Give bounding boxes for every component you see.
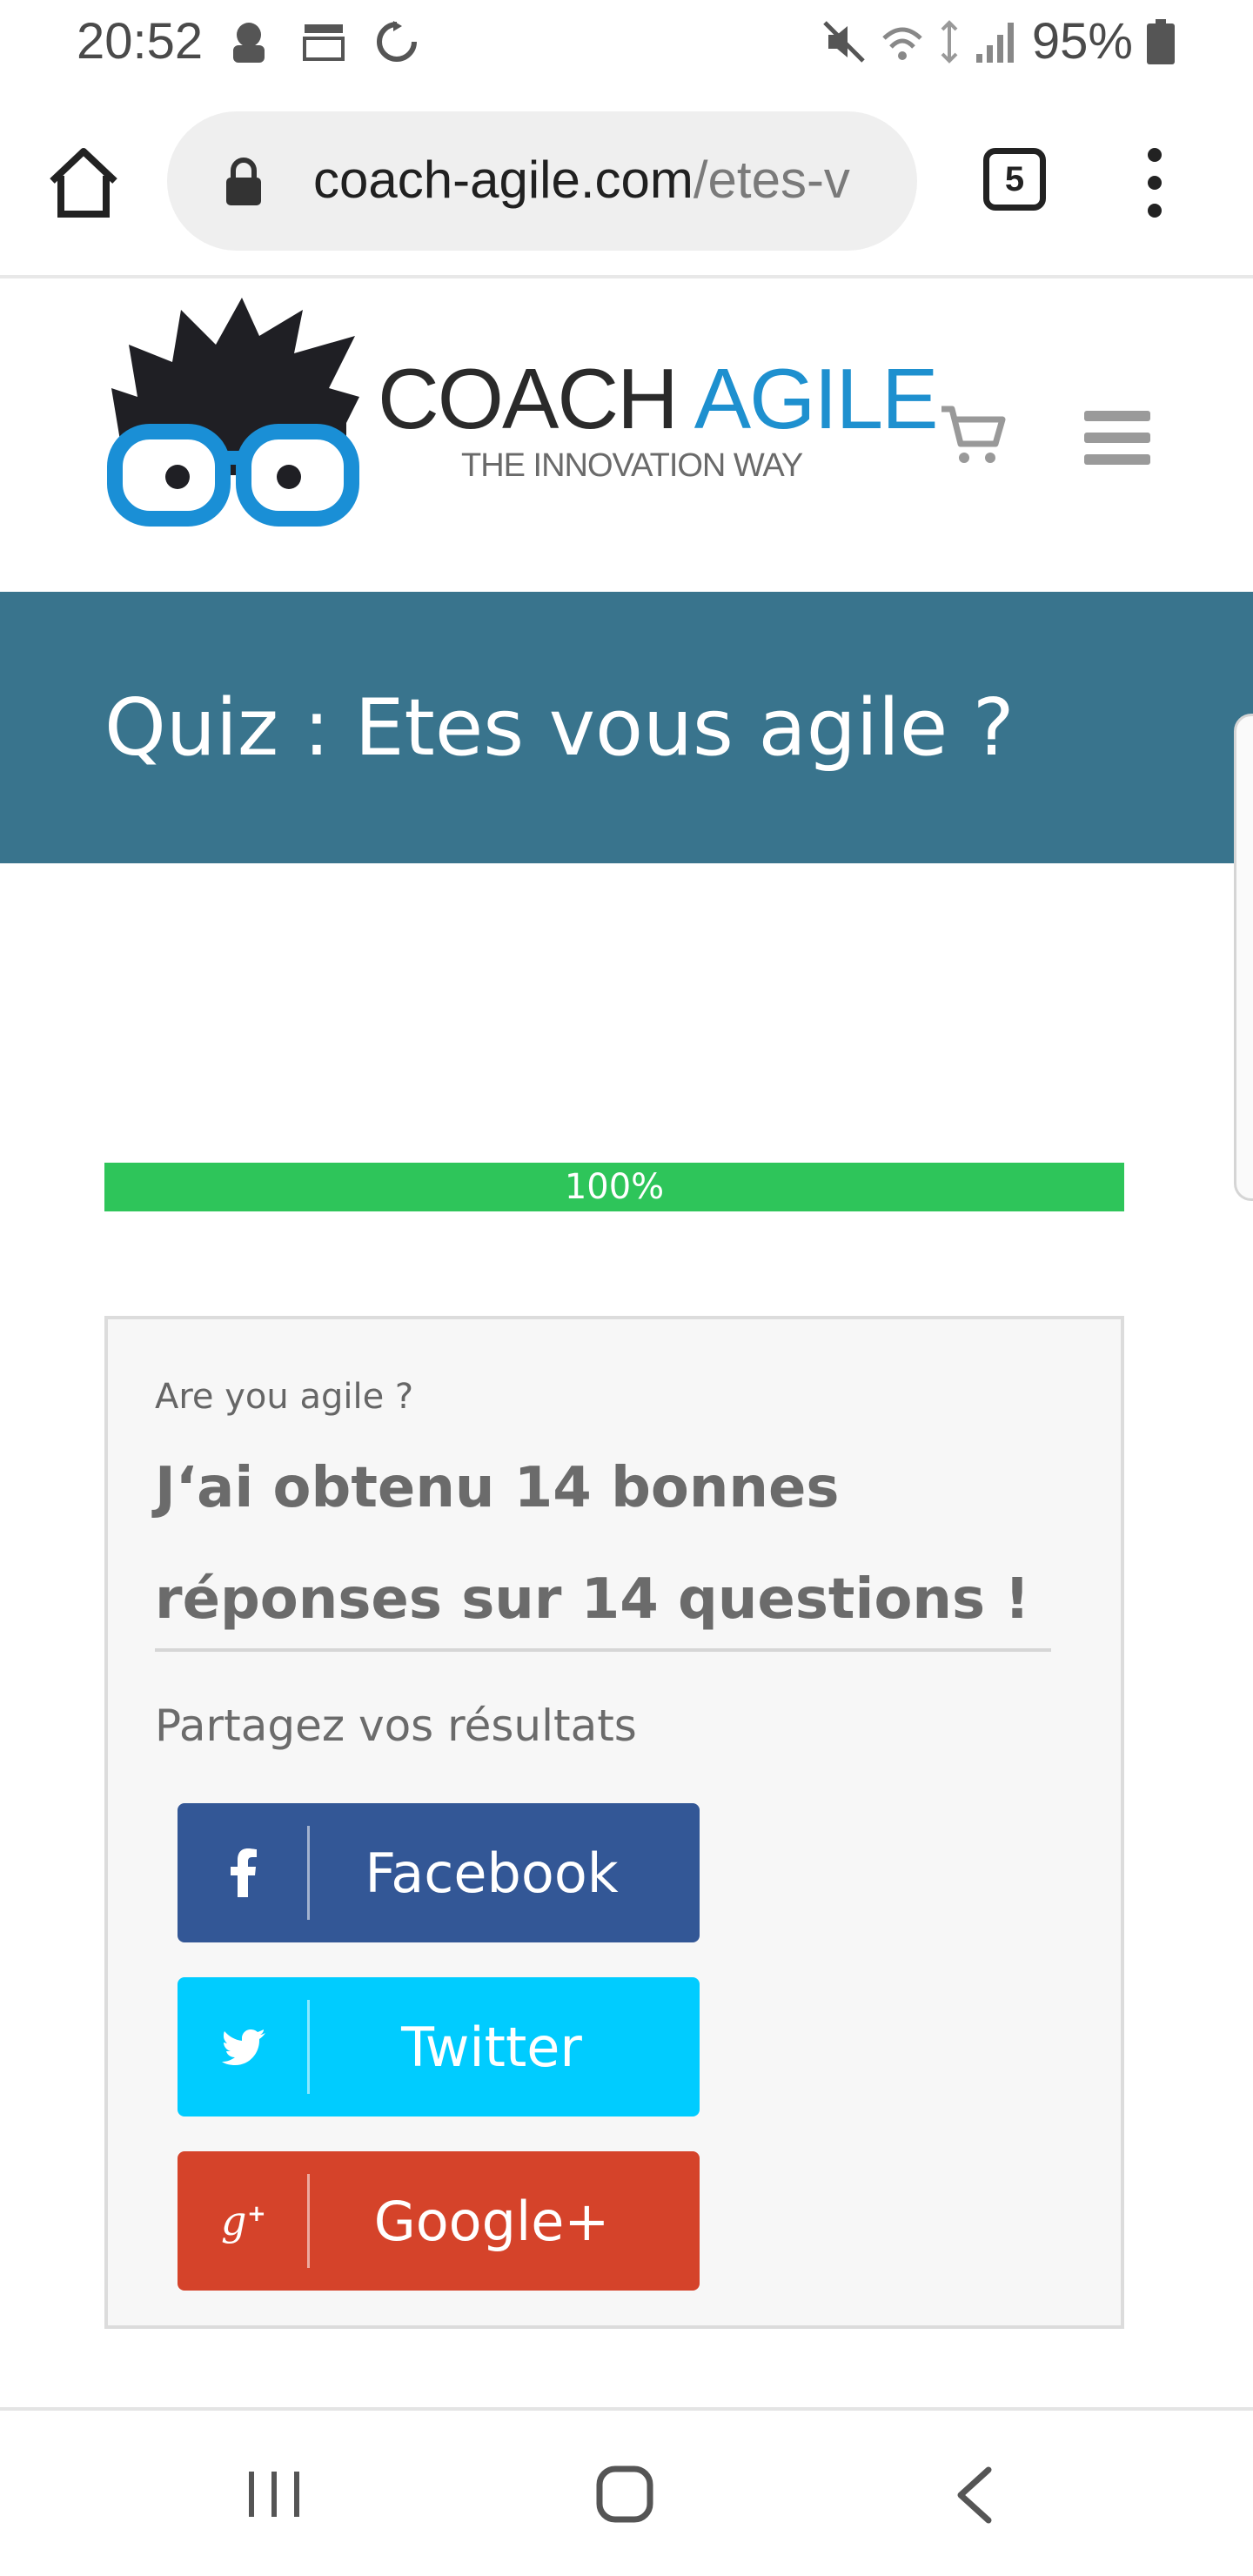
home-icon[interactable] — [44, 143, 124, 223]
status-time: 20:52 — [77, 13, 204, 70]
site-header: COACH AGILE THE INNOVATION WAY — [0, 282, 1253, 592]
svg-text:+: + — [247, 2201, 266, 2227]
tab-count: 5 — [1004, 159, 1025, 198]
battery-icon — [1147, 18, 1175, 64]
status-right: 95% — [821, 12, 1175, 70]
svg-text:g: g — [221, 2197, 246, 2244]
sync-icon — [377, 21, 417, 62]
share-twitter-button[interactable]: Twitter — [178, 1977, 700, 2116]
divider — [155, 1648, 1051, 1652]
signal-icon — [975, 22, 1014, 63]
battery-percentage: 95% — [1031, 13, 1133, 70]
share-facebook-button[interactable]: Facebook — [178, 1803, 700, 1942]
home-nav-icon[interactable] — [595, 2465, 654, 2524]
url-path: /etes-v — [693, 151, 850, 209]
browser-toolbar: coach-agile.com/etes-v 5 — [0, 87, 1253, 278]
system-navigation-bar — [0, 2411, 1253, 2576]
amazon-icon — [303, 24, 345, 61]
facebook-label: Facebook — [365, 1841, 619, 1905]
share-results-label: Partagez vos résultats — [155, 1701, 637, 1751]
more-options-icon[interactable] — [1142, 146, 1168, 219]
facebook-icon — [178, 1803, 310, 1942]
page-title-banner: Quiz : Etes vous agile ? — [0, 592, 1253, 863]
share-google-plus-button[interactable]: g + Google+ — [178, 2151, 700, 2291]
quiz-name: Are you agile ? — [155, 1377, 414, 1417]
recent-apps-icon[interactable] — [245, 2468, 303, 2520]
google-plus-label: Google+ — [373, 2189, 610, 2253]
wifi-icon — [882, 27, 922, 60]
quiz-progress-bar: 100% — [104, 1163, 1124, 1211]
tab-switcher-button[interactable]: 5 — [983, 148, 1046, 211]
hamburger-menu-icon[interactable] — [1084, 411, 1150, 465]
logo-mascot-icon[interactable] — [103, 292, 364, 527]
twitter-label: Twitter — [401, 2015, 582, 2079]
back-icon[interactable] — [952, 2465, 995, 2526]
google-plus-icon: g + — [178, 2151, 310, 2291]
quiz-result-card: Are you agile ? J‘ai obtenu 14 bonnes ré… — [104, 1316, 1124, 2329]
status-bar: 20:52 95% — [0, 0, 1253, 87]
url-domain: coach-agile.com — [313, 151, 694, 209]
lock-icon — [226, 158, 261, 205]
url-text: coach-agile.com/etes-v — [313, 150, 850, 210]
progress-label: 100% — [564, 1167, 665, 1207]
result-score-text: J‘ai obtenu 14 bonnes réponses sur 14 qu… — [155, 1456, 1030, 1632]
data-transfer-icon — [941, 19, 958, 64]
logo-tagline: THE INNOVATION WAY — [461, 447, 803, 484]
edge-panel-handle[interactable] — [1234, 714, 1253, 1201]
mute-icon — [823, 20, 865, 63]
logo-word-agile: AGILE — [694, 351, 939, 446]
page-title: Quiz : Etes vous agile ? — [104, 682, 1015, 774]
notification-icons — [224, 17, 419, 66]
twitter-icon — [178, 1977, 310, 2116]
logo-word-coach: COACH — [378, 351, 679, 446]
app-notification-icon — [233, 23, 265, 63]
cart-icon[interactable] — [940, 404, 1006, 466]
address-bar[interactable]: coach-agile.com/etes-v — [167, 111, 917, 251]
logo-wordmark[interactable]: COACH AGILE — [378, 350, 939, 448]
